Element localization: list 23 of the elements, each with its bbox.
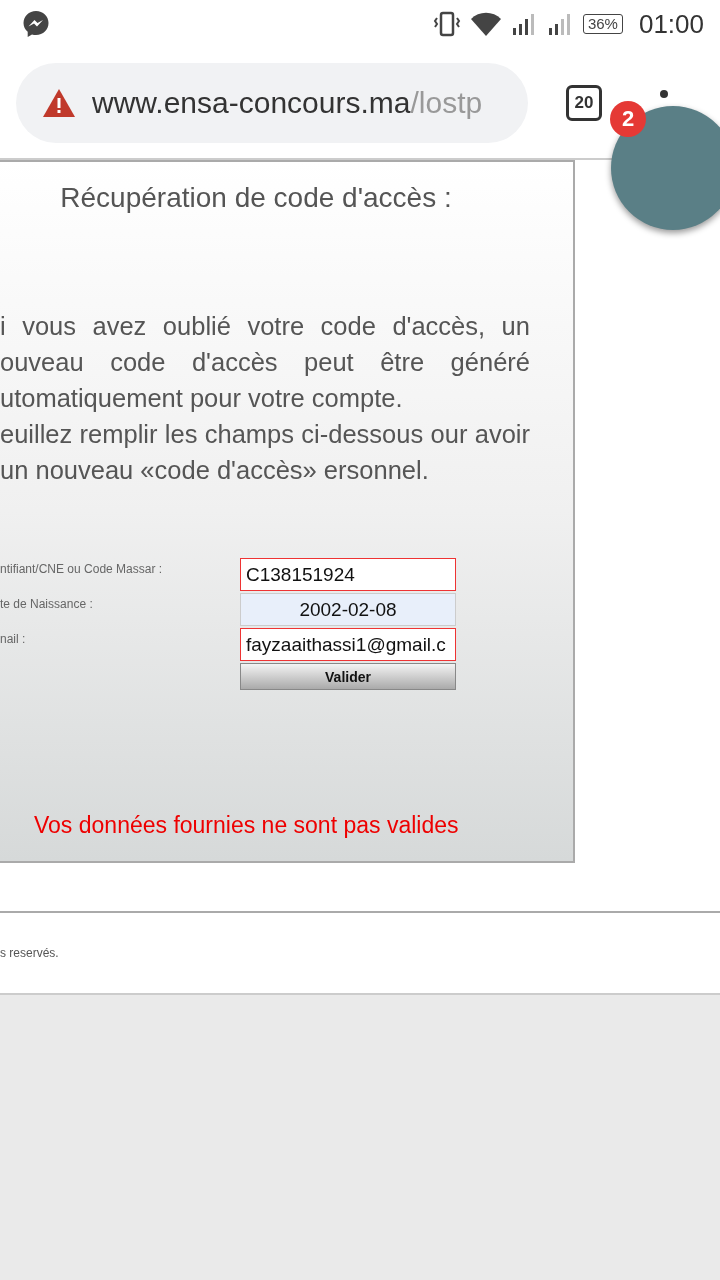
panel-title: Récupération de code d'accès : [59, 181, 453, 214]
field-label: nail : [0, 631, 27, 646]
clock: 01:00 [638, 8, 704, 40]
input-field[interactable]: fayzaaithassi1@gmail.c [240, 628, 456, 661]
battery-indicator: 36% [582, 14, 623, 34]
vibrate-icon [432, 11, 461, 37]
input-field[interactable]: C138151924 [240, 558, 456, 591]
more-menu-icon[interactable] [660, 88, 668, 100]
field-label: ntifiant/CNE ou Code Massar : [0, 561, 164, 576]
error-message: Vos données fournies ne sont pas valides [34, 812, 460, 839]
field-label: te de Naissance : [0, 596, 94, 611]
warning-icon [42, 88, 76, 118]
tab-count-button[interactable]: 20 [566, 85, 602, 121]
submit-button[interactable]: Valider [240, 663, 456, 690]
signal-icon [510, 12, 537, 36]
messenger-icon [22, 10, 50, 38]
instruction-paragraph: i vous avez oublié votre code d'accès, un ouveau code d'accès peut être généré utomatiquement pour votre compte. [0, 311, 530, 414]
input-field[interactable]: 2002-02-08 [240, 593, 456, 626]
copyright-text: s reservés. [0, 946, 59, 960]
instruction-paragraph: euillez remplir les champs ci-dessous our avoir un nouveau «code d'accès» ersonnel. [0, 419, 530, 486]
address-bar[interactable]: www.ensa-concours.ma/lostp [16, 63, 528, 143]
wifi-icon [470, 12, 501, 36]
signal-icon [546, 12, 573, 36]
